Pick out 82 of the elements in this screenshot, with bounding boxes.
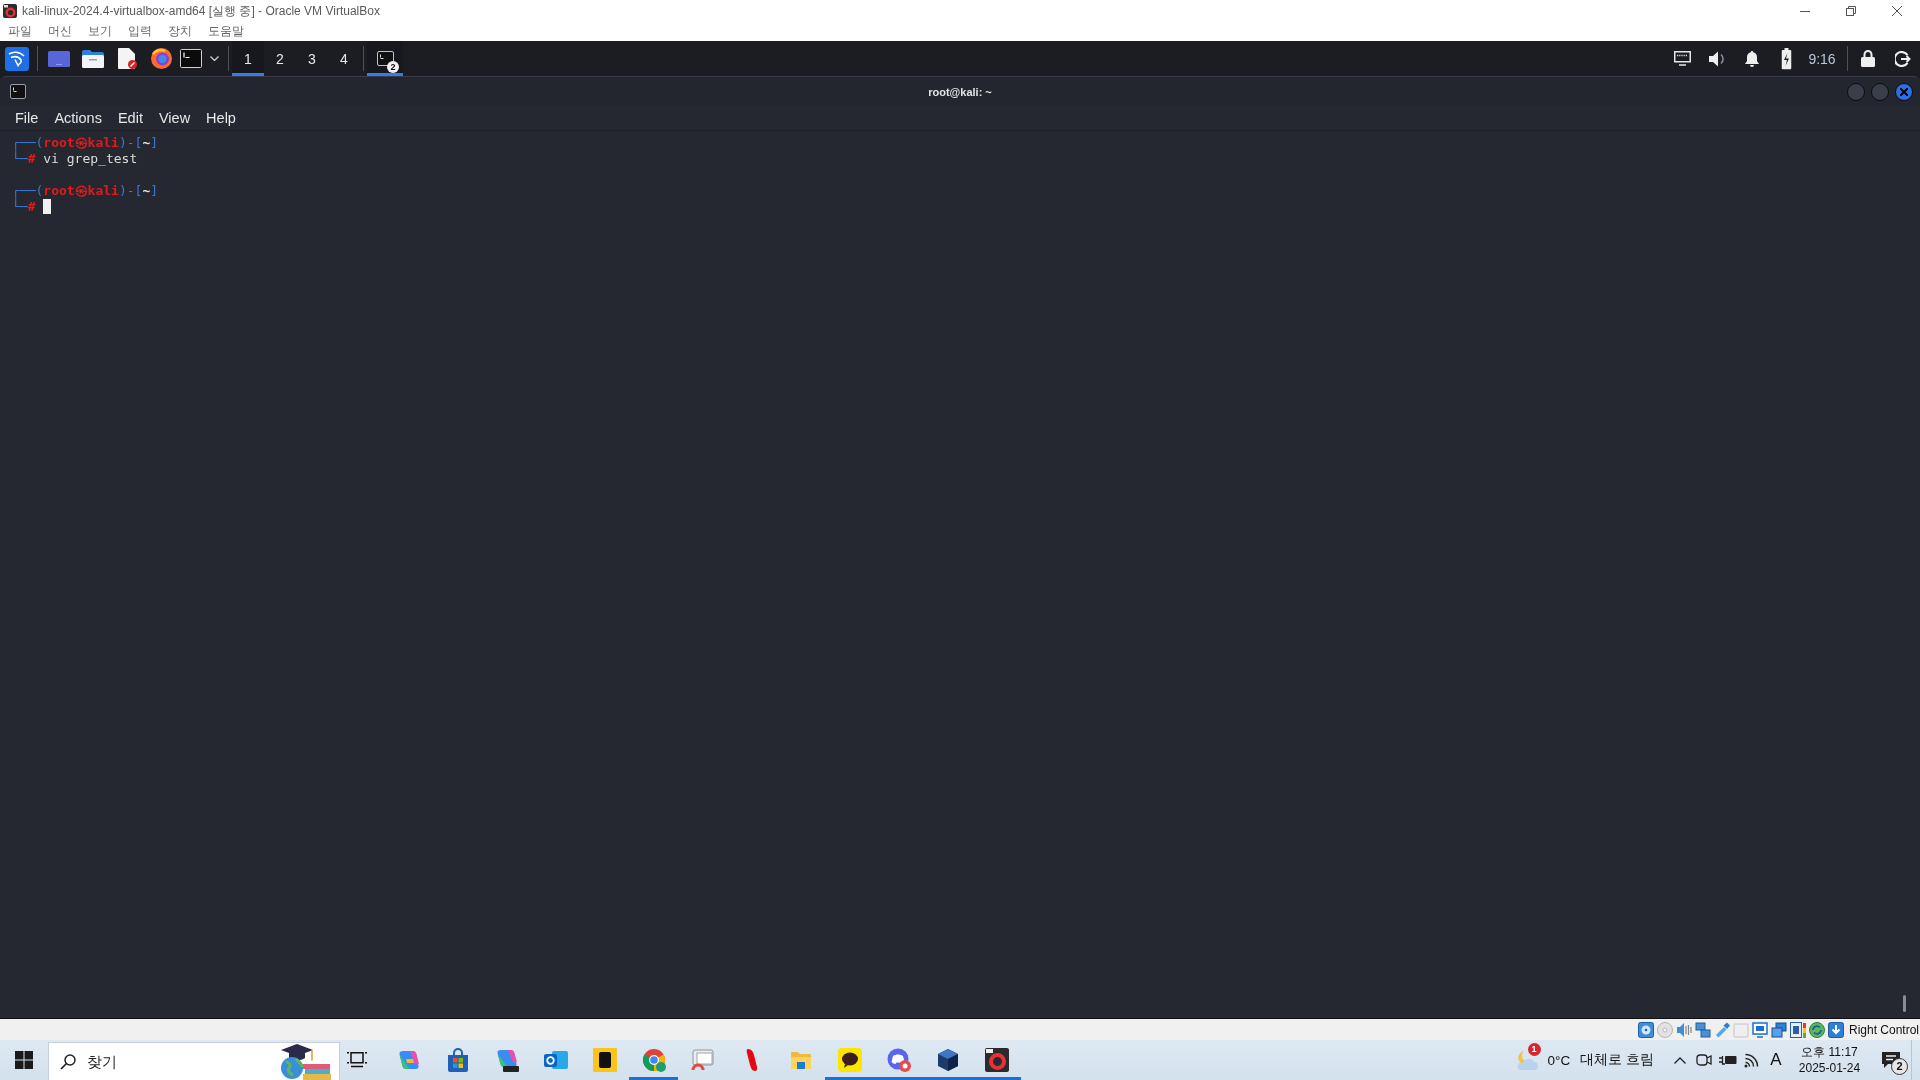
bell-icon [1745,50,1759,67]
input-mode-indicator[interactable]: A [1764,1040,1788,1080]
menu-item[interactable]: 파일 [0,23,40,40]
host-key-label: Right Control [1848,1022,1920,1037]
menu-item[interactable]: View [150,108,199,128]
document-icon [117,48,137,69]
swirl-app-icon [984,1048,1009,1072]
terminal-icon [180,49,202,68]
menu-item[interactable]: Actions [46,108,110,128]
window-count-badge: 2 [387,61,399,73]
terminal-title: root@kali: ~ [928,85,992,98]
chevron-up-icon [1674,1056,1686,1064]
workspace-tab[interactable]: 2 [264,41,296,76]
menu-item[interactable]: 입력 [120,23,160,40]
menu-item[interactable]: Help [198,108,244,128]
prompt-line: ┌──(root㉿kali)-[~] [12,183,159,198]
task-view-icon [347,1052,367,1068]
temperature-text: 0°C [1547,1052,1571,1068]
wifi-icon [1744,1052,1760,1068]
close-button[interactable] [1895,82,1913,101]
menu-item[interactable]: 보기 [80,23,120,40]
menu-item[interactable]: 도움말 [200,23,252,40]
window-button[interactable]: 2 [367,41,403,76]
ribbon-loop-icon [494,1048,519,1072]
windows-logo-icon [15,1051,33,1069]
notification-button[interactable]: 2 [1871,1040,1911,1080]
windows-stack-icon [1770,1021,1787,1038]
alert-badge: 1 [1527,1043,1541,1056]
workspace-tab[interactable]: 3 [296,41,328,76]
sync-icon [1808,1021,1825,1038]
battery-icon [1780,47,1792,70]
swirl-app-icon [3,4,17,18]
restore-icon [1846,6,1856,16]
shopping-bag-icon [445,1048,470,1072]
scrollbar-thumb[interactable] [1903,995,1906,1012]
circle-app-icon [886,1048,911,1072]
chevron-down-icon [209,56,219,61]
menu-item[interactable]: File [7,108,47,128]
prompt-marker: └─# [12,199,36,214]
prompt-line: ┌──(root㉿kali)-[~] [12,135,159,150]
square-app-icon [592,1048,617,1072]
logo-icon [5,46,29,71]
display-icon [1751,1021,1768,1038]
search-bar[interactable]: 찾기 [48,1042,340,1080]
menu-item[interactable]: 머신 [40,23,80,40]
panel-clock: 9:16 [1807,49,1837,69]
speaker-icon [1708,50,1727,67]
search-input[interactable]: 찾기 [87,1053,237,1070]
window-title: kali-linux-2024.4-virtualbox-amd64 [실행 중] - Oracle VM VirtualBox [22,2,380,20]
terminal-icon [376,51,394,66]
clock-time: 오후 11:17 [1801,1045,1858,1059]
clock-date: 2025-01-24 [1798,1061,1861,1075]
logout-icon [1894,50,1911,67]
chat-bubble-icon [837,1048,862,1072]
close-icon [1900,87,1908,96]
weather-condition-text: 대체로 흐림 [1580,1051,1654,1069]
browser-icon [150,48,172,69]
command-text: vi grep_test [43,151,138,166]
desktop-icon [48,50,70,67]
browser-icon [641,1048,666,1072]
lock-icon [1861,50,1875,67]
notification-count-badge: 2 [1891,1058,1908,1075]
workspace-tab[interactable]: 4 [328,41,360,76]
monitor-icon [1674,51,1691,66]
plug-battery-icon [1719,1054,1737,1066]
menu-item[interactable]: 장치 [160,23,200,40]
terminal-icon [10,84,26,99]
mail-app-icon [543,1048,568,1072]
folder-icon [82,49,104,68]
prompt-marker: └─# [12,151,36,166]
optical-disc-icon [1656,1021,1673,1038]
minimize-icon [1800,10,1810,12]
close-icon [1892,6,1902,16]
camera-icon [1696,1052,1712,1068]
gallery-window-icon [690,1048,715,1072]
workspace-tab[interactable]: 1 [232,41,264,76]
search-icon [60,1053,76,1070]
cube-icon [935,1048,960,1072]
menu-item[interactable]: Edit [109,108,151,128]
download-icon [1827,1021,1844,1038]
speaker-icon [1675,1021,1692,1038]
network-icon [1694,1021,1711,1038]
